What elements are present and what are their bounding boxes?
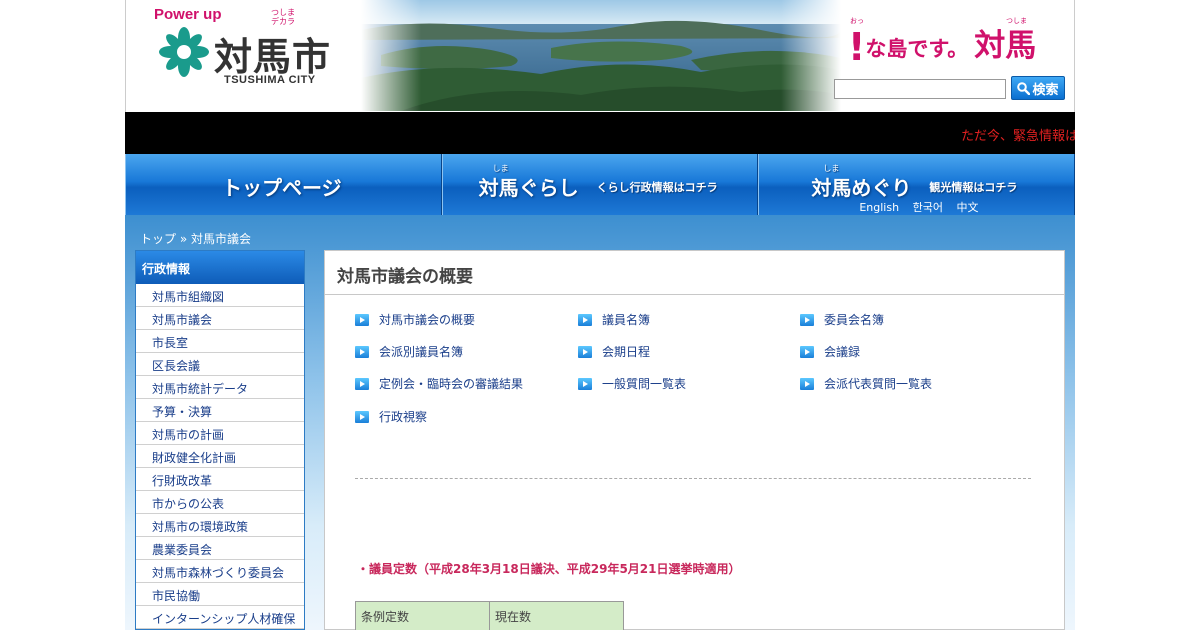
city-emblem-icon <box>159 27 209 77</box>
link-faction-members[interactable]: 会派別議員名簿 <box>355 343 463 360</box>
link-general-questions[interactable]: 一般質問一覧表 <box>578 375 686 392</box>
link-label: 行政視察 <box>379 410 428 424</box>
link-committee-list[interactable]: 委員会名簿 <box>800 311 884 328</box>
table-header-statutory: 条例定数 <box>355 601 490 630</box>
link-minutes[interactable]: 会議録 <box>800 343 860 360</box>
sidebar-item-agriculture[interactable]: 農業委員会 <box>136 537 304 560</box>
arrow-icon <box>800 313 814 326</box>
arrow-icon <box>355 410 369 423</box>
sidebar-heading: 行政情報 <box>136 251 304 284</box>
link-label: 会議録 <box>824 345 861 359</box>
slogan-exclaim: ! <box>848 25 866 69</box>
link-label: 議員名簿 <box>602 313 651 327</box>
arrow-icon <box>355 377 369 390</box>
sidebar-item-plans[interactable]: 対馬市の計画 <box>136 422 304 445</box>
sidebar-item-cooperation[interactable]: 市民協働 <box>136 583 304 606</box>
powerup-tagline: Power up <box>154 6 222 23</box>
sidebar-item-internship[interactable]: インターンシップ人材確保 <box>136 606 304 629</box>
slogan-text: な島です。 <box>865 37 969 61</box>
link-label: 会派代表質問一覧表 <box>824 377 933 391</box>
page-title: 対馬市議会の概要 <box>325 251 1064 295</box>
city-name-english: TSUSHIMA CITY <box>224 74 316 86</box>
arrow-icon <box>800 377 814 390</box>
sidebar-item-fiscal-health[interactable]: 財政健全化計画 <box>136 445 304 468</box>
header-landscape-image <box>361 0 841 111</box>
link-council-overview[interactable]: 対馬市議会の概要 <box>355 311 475 328</box>
breadcrumb-home[interactable]: トップ <box>140 232 176 246</box>
arrow-icon <box>800 345 814 358</box>
arrow-icon <box>578 313 592 326</box>
slogan-city: 対馬 <box>974 28 1037 64</box>
lang-english-link[interactable]: English <box>859 201 899 214</box>
nav-language-links: English 한국어 中文 <box>859 199 988 215</box>
seat-count-table: 条例定数 現在数 <box>355 601 624 630</box>
nav-meguri[interactable]: しま 対馬めぐり 観光情報はコチラ English 한국어 中文 <box>758 154 1076 215</box>
sidebar-item-reform[interactable]: 行財政改革 <box>136 468 304 491</box>
nav-kurashi-label: 対馬ぐらし <box>478 176 579 200</box>
table-header-row: 条例定数 現在数 <box>355 601 624 630</box>
nav-kurashi[interactable]: しま 対馬ぐらし くらし行政情報はコチラ <box>441 154 759 215</box>
site-logo[interactable]: Power up つしまデカラ 対馬市 TSUSHIMA CITY <box>154 4 364 104</box>
city-slogan: おっ つしま !な島です。 対馬 <box>848 14 1068 74</box>
table-header-current: 現在数 <box>489 601 624 630</box>
sidebar: 行政情報 対馬市組織図 対馬市議会 市長室 区長会議 対馬市統計データ 予算・決… <box>135 250 305 630</box>
site-search-input[interactable] <box>834 79 1006 99</box>
breadcrumb-current: 対馬市議会 <box>191 232 252 246</box>
link-inspections[interactable]: 行政視察 <box>355 408 427 425</box>
sidebar-item-ward-chiefs[interactable]: 区長会議 <box>136 353 304 376</box>
emergency-ticker-text[interactable]: ただ今、緊急情報はあ <box>961 125 1075 144</box>
nav-top-page[interactable]: トップページ <box>125 154 442 215</box>
sidebar-item-mayor-office[interactable]: 市長室 <box>136 330 304 353</box>
nav-kurashi-sub: くらし行政情報はコチラ <box>596 181 718 194</box>
seat-count-note: ・議員定数（平成28年3月18日議決、平成29年5月21日選挙時適用） <box>357 562 741 576</box>
sidebar-item-organization[interactable]: 対馬市組織図 <box>136 284 304 307</box>
main-content: 対馬市議会の概要 対馬市議会の概要 議員名簿 委員会名簿 会派別議員名簿 会期日… <box>324 250 1065 630</box>
lang-chinese-link[interactable]: 中文 <box>956 201 978 214</box>
link-session-schedule[interactable]: 会期日程 <box>578 343 650 360</box>
sidebar-list: 対馬市組織図 対馬市議会 市長室 区長会議 対馬市統計データ 予算・決算 対馬市… <box>136 284 304 629</box>
sidebar-item-council[interactable]: 対馬市議会 <box>136 307 304 330</box>
arrow-icon <box>355 345 369 358</box>
sidebar-item-environment[interactable]: 対馬市の環境政策 <box>136 514 304 537</box>
arrow-icon <box>355 313 369 326</box>
arrow-icon <box>578 377 592 390</box>
nav-meguri-label: 対馬めぐり <box>811 176 912 200</box>
link-label: 会派別議員名簿 <box>379 345 464 359</box>
global-nav: トップページ しま 対馬ぐらし くらし行政情報はコチラ しま 対馬めぐり 観光情… <box>125 154 1076 215</box>
sidebar-item-budget[interactable]: 予算・決算 <box>136 399 304 422</box>
powerup-sub-tagline: つしまデカラ <box>271 8 295 26</box>
site-header: Power up つしまデカラ 対馬市 TSUSHIMA CITY おっ つしま… <box>125 0 1075 112</box>
sidebar-item-forestry[interactable]: 対馬市森林づくり委員会 <box>136 560 304 583</box>
breadcrumb: トップ » 対馬市議会 <box>140 230 251 247</box>
search-icon <box>1017 81 1031 95</box>
lang-korean-link[interactable]: 한국어 <box>913 201 943 214</box>
link-label: 定例会・臨時会の審議結果 <box>379 377 524 391</box>
link-label: 委員会名簿 <box>824 313 885 327</box>
link-label: 会期日程 <box>602 345 651 359</box>
nav-meguri-sub: 観光情報はコチラ <box>929 181 1018 194</box>
link-member-list[interactable]: 議員名簿 <box>578 311 650 328</box>
search-button-label: 検索 <box>1032 82 1059 98</box>
breadcrumb-separator: » <box>179 232 188 246</box>
city-name: 対馬市 <box>214 35 332 79</box>
link-label: 一般質問一覧表 <box>602 377 687 391</box>
section-divider <box>355 478 1031 479</box>
search-button[interactable]: 検索 <box>1011 76 1065 100</box>
sidebar-item-announcements[interactable]: 市からの公表 <box>136 491 304 514</box>
link-label: 対馬市議会の概要 <box>379 313 476 327</box>
sidebar-item-statistics[interactable]: 対馬市統計データ <box>136 376 304 399</box>
link-faction-questions[interactable]: 会派代表質問一覧表 <box>800 375 932 392</box>
nav-top-page-label: トップページ <box>222 176 342 200</box>
arrow-icon <box>578 345 592 358</box>
link-session-results[interactable]: 定例会・臨時会の審議結果 <box>355 375 523 392</box>
emergency-ticker: ただ今、緊急情報はあ <box>125 112 1075 154</box>
